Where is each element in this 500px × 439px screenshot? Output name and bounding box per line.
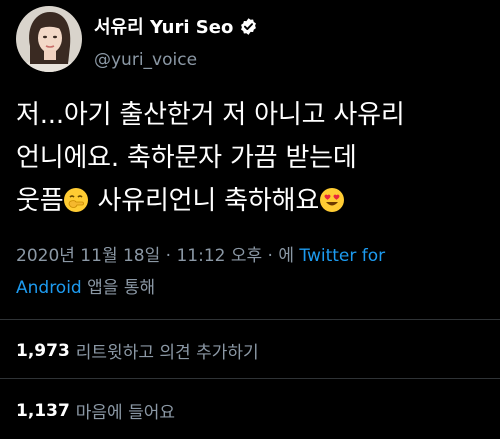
divider bbox=[0, 378, 500, 379]
likes-stat[interactable]: 1,137 마음에 들어요 bbox=[16, 398, 176, 424]
tweet-text-line: 언니에요. 축하문자 가끔 받는데 bbox=[16, 143, 357, 173]
verified-badge-icon bbox=[239, 17, 258, 36]
avatar[interactable] bbox=[16, 6, 82, 72]
tweet-text-segment: 웃픔 bbox=[16, 186, 64, 216]
tweet-text-line: 저...아기 출산한거 저 아니고 사유리 bbox=[16, 100, 405, 130]
likes-label: 마음에 들어요 bbox=[75, 403, 176, 423]
retweets-label: 리트윗하고 의견 추가하기 bbox=[75, 343, 259, 363]
author-display-name[interactable]: 서유리 Yuri Seo bbox=[94, 13, 233, 39]
hand-over-mouth-emoji-icon bbox=[63, 184, 89, 212]
tweet-text-line: 웃픔 사유리언니 축하해요 bbox=[16, 180, 486, 223]
tweet-source-link[interactable]: Android bbox=[16, 278, 82, 298]
likes-count: 1,137 bbox=[16, 400, 70, 421]
tweet-source-link[interactable]: Twitter for bbox=[299, 246, 385, 266]
tweet-metadata: 2020년 11월 18일 · 11:12 오후 · 에 Twitter for… bbox=[16, 240, 486, 304]
heart-eyes-emoji-icon bbox=[319, 184, 345, 212]
tweet-source-suffix: 앱을 통해 bbox=[81, 278, 156, 298]
tweet-text: 저...아기 출산한거 저 아니고 사유리 언니에요. 축하문자 가끔 받는데 … bbox=[16, 94, 486, 223]
tweet-author: 서유리 Yuri Seo @yuri_voice bbox=[94, 14, 258, 70]
meta-line: Android 앱을 통해 bbox=[16, 272, 486, 304]
tweet-timestamp[interactable]: 2020년 11월 18일 · 11:12 오후 · 에 bbox=[16, 246, 299, 266]
retweets-stat[interactable]: 1,973 리트윗하고 의견 추가하기 bbox=[16, 338, 259, 364]
tweet-text-segment: 사유리언니 축하해요 bbox=[89, 186, 320, 216]
meta-line: 2020년 11월 18일 · 11:12 오후 · 에 Twitter for bbox=[16, 240, 486, 272]
author-name-row: 서유리 Yuri Seo bbox=[94, 14, 258, 38]
author-handle[interactable]: @yuri_voice bbox=[94, 50, 258, 70]
retweets-count: 1,973 bbox=[16, 340, 70, 361]
divider bbox=[0, 319, 500, 320]
